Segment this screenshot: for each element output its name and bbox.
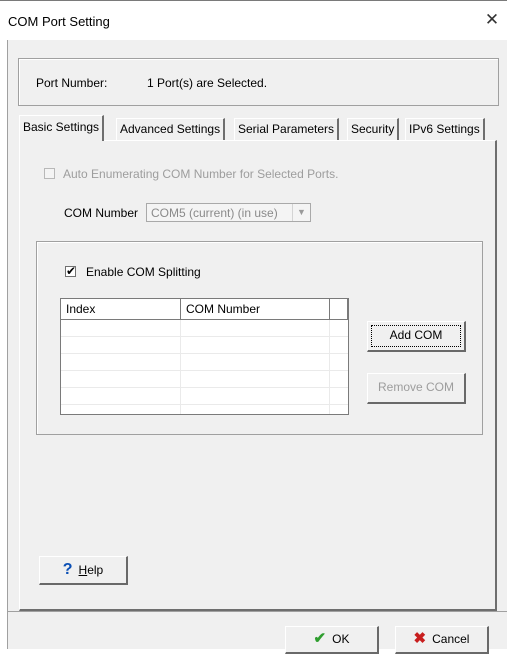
chevron-down-icon[interactable]: ▼ [292, 204, 310, 221]
close-icon[interactable]: ✕ [481, 9, 503, 31]
tab-advanced-settings[interactable]: Advanced Settings [116, 118, 226, 140]
com-number-dropdown[interactable]: COM5 (current) (in use) ▼ [146, 203, 311, 222]
cancel-button[interactable]: ✖ Cancel [395, 626, 489, 654]
cancel-label: Cancel [432, 632, 470, 646]
grid-line [61, 353, 348, 354]
divider [8, 611, 507, 612]
add-com-button[interactable]: Add COM [367, 321, 466, 352]
grid-line [61, 336, 348, 337]
tab-basic-settings[interactable]: Basic Settings [19, 115, 105, 141]
tab-ipv6-settings[interactable]: IPv6 Settings [405, 118, 485, 140]
add-com-label: Add COM [371, 325, 461, 347]
tab-serial-parameters[interactable]: Serial Parameters [234, 118, 340, 140]
help-button[interactable]: ? Help [39, 556, 128, 585]
enable-com-splitting-checkbox[interactable]: ✔ [65, 264, 77, 278]
auto-enumerate-label: Auto Enumerating COM Number for Selected… [63, 167, 339, 181]
grid-line [329, 320, 330, 414]
help-label: Help [78, 563, 104, 577]
help-question-icon: ? [62, 561, 73, 578]
grid-line [61, 404, 348, 405]
grid-line [180, 320, 181, 414]
tab-security[interactable]: Security [347, 118, 400, 140]
com-number-selected: COM5 (current) (in use) [151, 206, 278, 220]
window-title: COM Port Setting [8, 14, 110, 29]
checkmark-icon: ✔ [66, 264, 77, 278]
auto-enumerate-checkbox[interactable] [44, 168, 55, 179]
grid-line [61, 370, 348, 371]
port-number-label: Port Number: [36, 76, 108, 90]
com-number-label: COM Number [64, 206, 139, 220]
x-icon: ✖ [413, 630, 427, 647]
title-bar: COM Port Setting ✕ [0, 0, 507, 41]
checkmark-icon: ✔ [313, 630, 327, 647]
column-header-index[interactable]: Index [61, 299, 181, 320]
remove-com-button[interactable]: Remove COM [367, 373, 466, 404]
port-number-value: 1 Port(s) are Selected. [147, 76, 268, 90]
column-header-empty [330, 299, 348, 320]
ok-button[interactable]: ✔ OK [285, 626, 379, 654]
com-split-list[interactable]: Index COM Number [60, 298, 349, 415]
ok-label: OK [332, 632, 350, 646]
column-header-com-number[interactable]: COM Number [181, 299, 330, 320]
enable-com-splitting-label: Enable COM Splitting [86, 265, 201, 279]
grid-line [61, 387, 348, 388]
